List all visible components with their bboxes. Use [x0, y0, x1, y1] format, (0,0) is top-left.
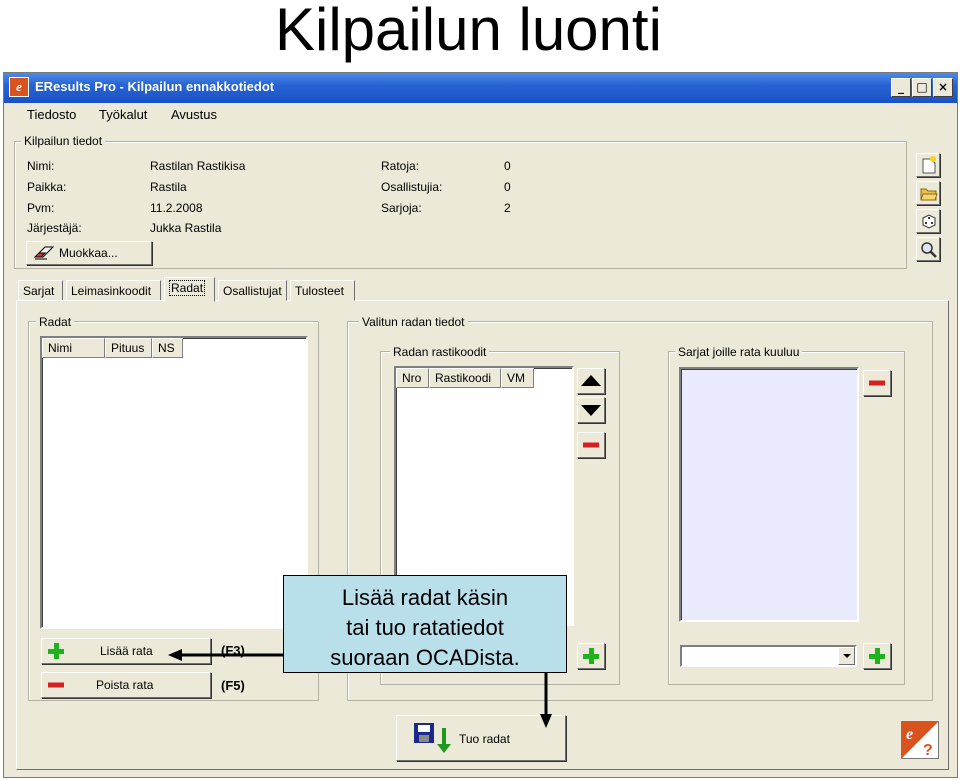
annotation-arrows	[168, 649, 552, 728]
arrow-head-down	[540, 714, 552, 728]
arrow-head-left	[168, 649, 182, 661]
